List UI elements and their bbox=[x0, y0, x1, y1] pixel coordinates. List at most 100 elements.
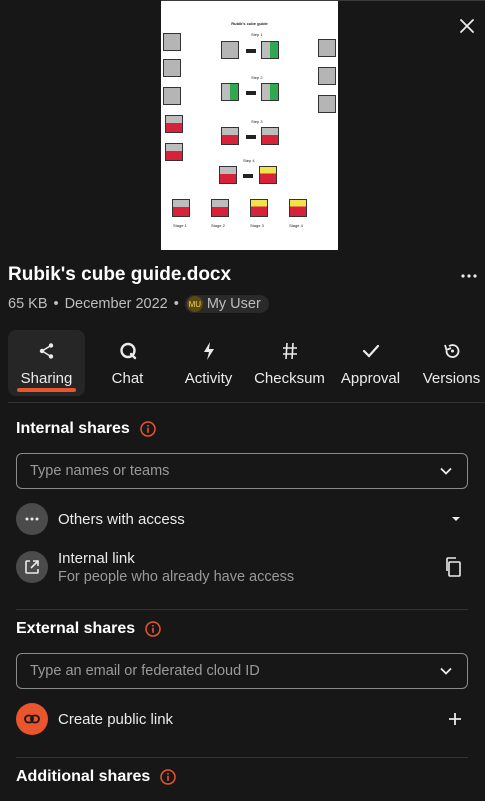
internal-link-row[interactable]: Internal link For people who already hav… bbox=[16, 548, 468, 586]
activity-icon bbox=[203, 342, 215, 360]
preview-cube bbox=[318, 67, 336, 85]
info-icon[interactable] bbox=[145, 621, 161, 637]
tab-label: Activity bbox=[184, 370, 233, 387]
file-preview[interactable]: Rubik's cube guide Step 1 Step 2 Step 3 … bbox=[161, 1, 338, 250]
preview-arrow bbox=[246, 135, 256, 139]
preview-cube bbox=[261, 127, 279, 145]
internal-share-search-input[interactable]: Type names or teams bbox=[16, 453, 468, 489]
copy-link-button[interactable] bbox=[444, 557, 462, 577]
preview-step-label: Step 1 bbox=[251, 32, 263, 37]
preview-cube bbox=[211, 199, 229, 217]
section-title: External shares bbox=[16, 620, 136, 637]
preview-doc-title: Rubik's cube guide bbox=[231, 21, 268, 26]
tab-label: Sharing bbox=[20, 370, 73, 387]
more-actions-button[interactable] bbox=[459, 266, 479, 286]
tab-label: Chat bbox=[111, 370, 144, 387]
preview-step-label: Step 3 bbox=[251, 119, 263, 124]
internal-link-title: Internal link bbox=[58, 549, 135, 567]
preview-arrow bbox=[246, 49, 256, 53]
active-tab-indicator bbox=[17, 388, 76, 392]
preview-step-label: Step 2 bbox=[251, 75, 263, 80]
tab-chat[interactable]: Chat bbox=[89, 330, 166, 396]
file-date: December 2022 bbox=[64, 296, 168, 312]
owner-chip[interactable]: MU My User bbox=[184, 295, 269, 313]
preview-cube bbox=[318, 95, 336, 113]
tab-activity[interactable]: Activity bbox=[170, 330, 247, 396]
preview-cube bbox=[221, 41, 239, 59]
chat-icon bbox=[119, 342, 137, 360]
internal-shares-heading: Internal shares bbox=[16, 420, 156, 438]
create-public-link-label: Create public link bbox=[58, 710, 174, 728]
section-title: Internal shares bbox=[16, 420, 130, 437]
preview-cube bbox=[250, 199, 268, 217]
preview-cube bbox=[259, 166, 277, 184]
dots-icon bbox=[16, 503, 48, 535]
add-public-link-button[interactable] bbox=[448, 712, 462, 726]
divider bbox=[16, 609, 468, 610]
owner-name: My User bbox=[206, 296, 261, 312]
additional-shares-heading: Additional shares bbox=[16, 768, 176, 786]
section-title: Additional shares bbox=[16, 768, 151, 785]
internal-link-subtitle: For people who already have access bbox=[58, 568, 295, 585]
caret-down-icon[interactable] bbox=[450, 515, 462, 523]
preview-cube bbox=[163, 59, 181, 77]
internal-link-text: Internal link For people who already hav… bbox=[58, 550, 294, 585]
external-link-icon bbox=[16, 551, 48, 583]
preview-arrow bbox=[243, 174, 253, 178]
copy-icon bbox=[446, 557, 461, 577]
close-button[interactable] bbox=[453, 12, 481, 40]
history-icon bbox=[443, 342, 461, 360]
share-icon bbox=[38, 342, 56, 360]
preview-cube bbox=[165, 115, 183, 133]
preview-cube bbox=[163, 33, 181, 51]
tab-sharing[interactable]: Sharing bbox=[8, 330, 85, 396]
preview-cube bbox=[318, 39, 336, 57]
preview-stage-label: Stage 2 bbox=[211, 223, 225, 228]
avatar: MU bbox=[186, 296, 203, 312]
tab-label: Approval bbox=[340, 370, 401, 387]
others-with-access-label: Others with access bbox=[58, 510, 185, 528]
preview-cube bbox=[261, 41, 279, 59]
divider bbox=[8, 402, 485, 403]
external-shares-heading: External shares bbox=[16, 620, 161, 638]
preview-stage-label: Stage 4 bbox=[289, 223, 303, 228]
info-icon[interactable] bbox=[160, 769, 176, 785]
preview-cube bbox=[289, 199, 307, 217]
input-placeholder: Type an email or federated cloud ID bbox=[30, 663, 260, 679]
file-size: 65 KB bbox=[8, 296, 48, 312]
tab-label: Versions bbox=[422, 370, 481, 387]
tab-versions[interactable]: Versions bbox=[413, 330, 485, 396]
divider bbox=[16, 757, 468, 758]
link-icon bbox=[16, 703, 48, 735]
meta-separator: • bbox=[53, 296, 59, 312]
preview-cube bbox=[261, 83, 279, 101]
external-share-search-input[interactable]: Type an email or federated cloud ID bbox=[16, 653, 468, 689]
others-with-access-row[interactable]: Others with access bbox=[16, 503, 468, 535]
meta-separator: • bbox=[173, 296, 179, 312]
tab-checksum[interactable]: Checksum bbox=[251, 330, 328, 396]
preview-stage-label: Stage 3 bbox=[250, 223, 264, 228]
more-icon bbox=[461, 274, 477, 278]
plus-icon bbox=[449, 713, 461, 725]
preview-step-label: Step 4 bbox=[243, 158, 255, 163]
input-placeholder: Type names or teams bbox=[30, 463, 170, 479]
preview-stage-label: Stage 1 bbox=[173, 223, 187, 228]
chevron-down-icon bbox=[439, 664, 453, 682]
preview-cube bbox=[172, 199, 190, 217]
hash-icon bbox=[282, 342, 298, 360]
file-meta: 65 KB • December 2022 • MU My User bbox=[8, 294, 269, 314]
tab-bar: Sharing Chat Activity Checksum Approval … bbox=[8, 330, 485, 396]
preview-cube bbox=[221, 83, 239, 101]
check-icon bbox=[362, 342, 380, 360]
chevron-down-icon bbox=[439, 464, 453, 482]
file-name: Rubik's cube guide.docx bbox=[8, 264, 232, 285]
preview-cube bbox=[165, 143, 183, 161]
tab-approval[interactable]: Approval bbox=[332, 330, 409, 396]
preview-arrow bbox=[246, 91, 256, 95]
tab-label: Checksum bbox=[254, 370, 325, 387]
create-public-link-row[interactable]: Create public link bbox=[16, 703, 468, 735]
info-icon[interactable] bbox=[140, 421, 156, 437]
close-icon bbox=[460, 19, 474, 33]
preview-cube bbox=[221, 127, 239, 145]
preview-cube bbox=[163, 87, 181, 105]
